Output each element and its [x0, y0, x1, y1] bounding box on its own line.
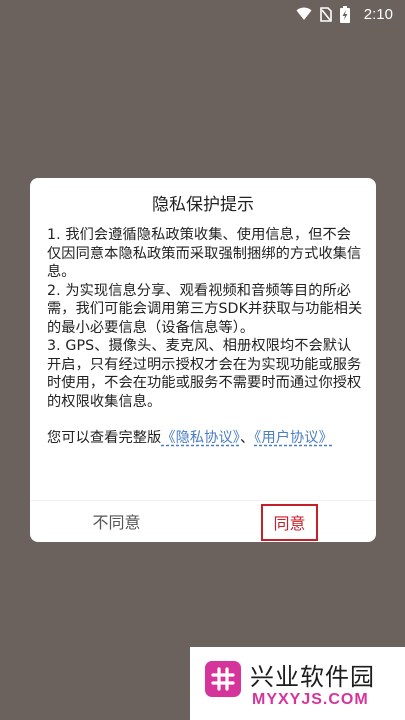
- agree-button-label: 同意: [261, 503, 318, 541]
- battery-charging-icon: [339, 5, 350, 23]
- policy-item-1: 1. 我们会遵循隐私政策收集、使用信息，但不会仅因同意本隐私政策而采取强制捆绑的…: [47, 227, 362, 280]
- agreement-line: 您可以查看完整版《隐私协议》、《用户协议》: [47, 429, 364, 448]
- privacy-dialog: 隐私保护提示 1. 我们会遵循隐私政策收集、使用信息，但不会仅因同意本隐私政策而…: [30, 178, 376, 542]
- policy-item-3: 3. GPS、摄像头、麦克风、相册权限均不会默认开启，只有经过明示授权才会在为实…: [47, 338, 362, 410]
- no-sim-icon: [319, 6, 332, 22]
- agreement-prefix: 您可以查看完整版: [47, 430, 162, 446]
- wifi-icon: [296, 7, 312, 21]
- dialog-button-row: 不同意 同意: [30, 501, 376, 541]
- watermark-subtitle: MYXYJS.COM: [252, 691, 369, 708]
- watermark: 兴业软件园 MYXYJS.COM: [190, 647, 405, 720]
- dialog-title: 隐私保护提示: [152, 195, 254, 215]
- status-time: 2:10: [363, 5, 393, 23]
- user-agreement-link[interactable]: 《用户协议》: [254, 430, 333, 446]
- link-separator: 、: [239, 430, 255, 446]
- watermark-title: 兴业软件园: [250, 663, 375, 691]
- status-bar: 2:10: [0, 0, 405, 28]
- disagree-button[interactable]: 不同意: [30, 501, 203, 541]
- watermark-logo-icon: [205, 661, 241, 697]
- privacy-policy-link[interactable]: 《隐私协议》: [161, 430, 240, 446]
- agree-button[interactable]: 同意: [203, 501, 376, 541]
- dialog-body: 1. 我们会遵循隐私政策收集、使用信息，但不会仅因同意本隐私政策而采取强制捆绑的…: [47, 226, 364, 448]
- policy-item-2: 2. 为实现信息分享、观看视频和音频等目的所必需，我们可能会调用第三方SDK并获…: [47, 282, 363, 336]
